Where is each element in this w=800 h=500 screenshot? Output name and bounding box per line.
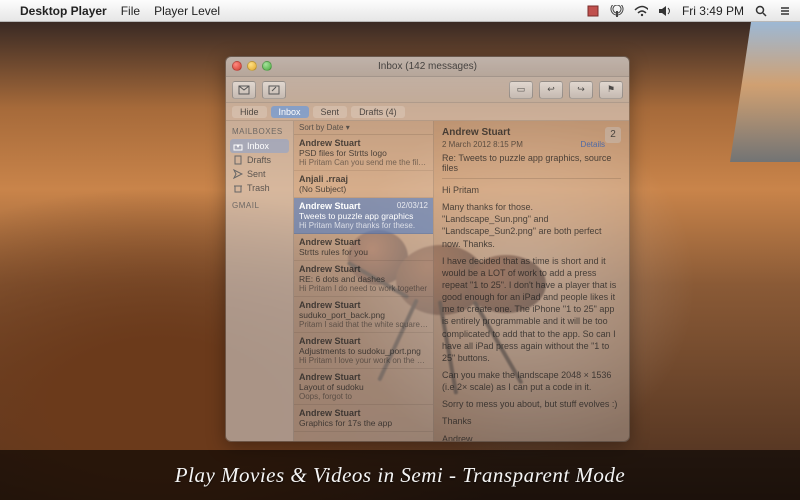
sidebar-item-drafts[interactable]: Drafts [230,153,289,167]
status-app-icon[interactable] [586,4,600,18]
attachment-count-badge: 2 [605,127,621,143]
get-mail-button[interactable] [232,81,256,99]
sort-control[interactable]: Sort by Date ▾ [294,121,433,135]
msg-date: 02/03/12 [397,201,428,211]
msg-from: Andrew Stuart [299,372,361,382]
msg-from: Andrew Stuart [299,138,361,148]
sidebar-item-label: Inbox [247,141,269,151]
message-list[interactable]: Sort by Date ▾ Andrew StuartPSD files fo… [294,121,434,441]
spotlight-icon[interactable] [754,4,768,18]
airdrop-icon[interactable] [610,4,624,18]
reader-paragraph: Can you make the landscape 2048 × 1536 (… [442,369,621,393]
volume-icon[interactable] [658,4,672,18]
drafts-icon [233,155,243,165]
reader-signature: Andrew [442,433,621,441]
reader-paragraph: Sorry to mess you about, but stuff evolv… [442,398,621,410]
reply-button[interactable]: ↩ [539,81,563,99]
mail-sidebar: MAILBOXES Inbox Drafts Sent Trash GM [226,121,294,441]
message-row[interactable]: Andrew StuartStrtts rules for you [294,234,433,261]
msg-subject: PSD files for Strtts logo [299,148,428,158]
msg-preview: Hi Pritam Can you send me the files for … [299,158,428,167]
reader-signoff: Thanks [442,415,621,427]
trash-icon [233,183,243,193]
menu-player-level[interactable]: Player Level [154,4,220,18]
sidebar-item-sent[interactable]: Sent [230,167,289,181]
message-reader: 2 Andrew Stuart 2 March 2012 8:15 PM Det… [434,121,629,441]
reader-paragraph: I have decided that as time is short and… [442,255,621,364]
caption-text: Play Movies & Videos in Semi - Transpare… [175,463,625,488]
notifications-icon[interactable] [778,4,792,18]
message-row[interactable]: Andrew StuartPSD files for Strtts logoHi… [294,135,433,171]
message-row[interactable]: Andrew StuartRE: 6 dots and dashesHi Pri… [294,261,433,297]
wifi-icon[interactable] [634,4,648,18]
reader-subject: Re: Tweets to puzzle app graphics, sourc… [442,153,621,173]
msg-subject: (No Subject) [299,184,428,194]
msg-from: Andrew Stuart [299,201,361,211]
msg-from: Andrew Stuart [299,336,361,346]
menubar-clock[interactable]: Fri 3:49 PM [682,4,744,18]
tab-inbox[interactable]: Inbox [271,106,309,118]
compose-button[interactable] [262,81,286,99]
mail-window-title: Inbox (142 messages) [378,61,477,72]
msg-subject: Strtts rules for you [299,247,428,257]
flag-button[interactable]: ⚑ [599,81,623,99]
msg-from: Andrew Stuart [299,237,361,247]
mail-window[interactable]: Inbox (142 messages) ▭ ↩ ↪ ⚑ Hide Inbox … [225,56,630,442]
sidebar-item-inbox[interactable]: Inbox [230,139,289,153]
msg-preview: Pritam I said that the white square in s… [299,320,428,329]
tab-drafts[interactable]: Drafts (4) [351,106,405,118]
reader-details-link[interactable]: Details [581,140,605,149]
msg-subject: Layout of sudoku [299,382,428,392]
tab-hide[interactable]: Hide [232,106,267,118]
coast-scene [730,22,800,162]
message-row[interactable]: Anjali .rraaj(No Subject) [294,171,433,198]
msg-subject: RE: 6 dots and dashes [299,274,428,284]
msg-preview: Hi Pritam I love your work on the graphi… [299,356,428,365]
message-row[interactable]: Andrew StuartAdjustments to sudoku_port.… [294,333,433,369]
mail-toolbar: ▭ ↩ ↪ ⚑ [226,77,629,103]
menu-app-name[interactable]: Desktop Player [20,4,107,18]
reader-from: Andrew Stuart [442,127,621,138]
promo-caption: Play Movies & Videos in Semi - Transpare… [0,450,800,500]
msg-preview: Oops, forgot to [299,392,428,401]
sidebar-item-label: Drafts [247,155,271,165]
window-close-button[interactable] [232,61,242,71]
message-row[interactable]: Andrew Stuart 02/03/12Tweets to puzzle ap… [294,198,433,234]
sidebar-header-gmail: GMAIL [232,201,287,210]
message-row[interactable]: Andrew StuartGraphics for 17s the app [294,405,433,432]
forward-button[interactable]: ↪ [569,81,593,99]
sidebar-item-label: Sent [247,169,266,179]
msg-from: Andrew Stuart [299,264,361,274]
reader-greeting: Hi Pritam [442,184,621,196]
mail-titlebar[interactable]: Inbox (142 messages) [226,57,629,77]
msg-subject: Tweets to puzzle app graphics [299,211,428,221]
window-minimize-button[interactable] [247,61,257,71]
sent-icon [233,169,243,179]
reader-paragraph: Many thanks for those. "Landscape_Sun.pn… [442,201,621,250]
menu-file[interactable]: File [121,4,140,18]
msg-from: Andrew Stuart [299,408,361,418]
msg-subject: Adjustments to sudoku_port.png [299,346,428,356]
msg-preview: Hi Pritam Many thanks for these. [299,221,428,230]
sidebar-item-label: Trash [247,183,270,193]
sidebar-item-trash[interactable]: Trash [230,181,289,195]
tab-sent[interactable]: Sent [313,106,348,118]
message-row[interactable]: Andrew Stuartsuduko_port_back.pngPritam … [294,297,433,333]
msg-preview: Hi Pritam I do need to work together [299,284,428,293]
msg-from: Andrew Stuart [299,300,361,310]
msg-subject: suduko_port_back.png [299,310,428,320]
reader-date: 2 March 2012 8:15 PM [442,140,523,149]
msg-subject: Graphics for 17s the app [299,418,428,428]
sidebar-header-mailboxes: MAILBOXES [232,127,287,136]
menubar: Desktop Player File Player Level Fri 3:4… [0,0,800,22]
archive-button[interactable]: ▭ [509,81,533,99]
inbox-icon [233,141,243,151]
message-row[interactable]: Andrew StuartLayout of sudokuOops, forgo… [294,369,433,405]
msg-from: Anjali .rraaj [299,174,348,184]
window-zoom-button[interactable] [262,61,272,71]
mail-favorites-bar: Hide Inbox Sent Drafts (4) [226,103,629,121]
